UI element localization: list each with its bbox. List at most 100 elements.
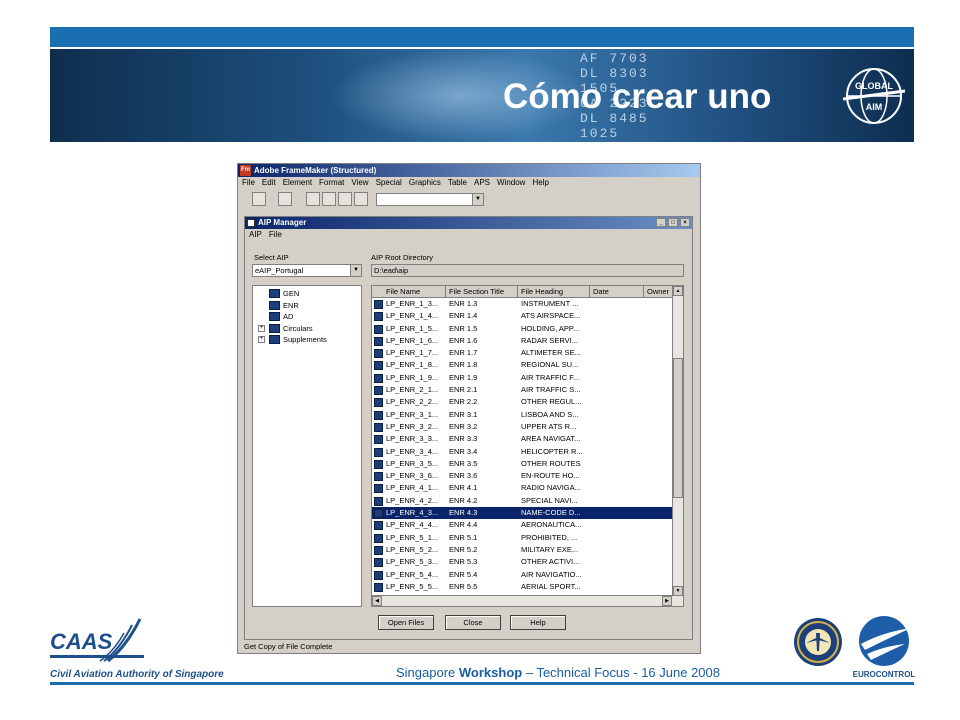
table-row[interactable]: LP_ENR_1_7... ENR 1.7 ALTIMETER SE...	[372, 347, 683, 359]
table-row[interactable]: LP_ENR_5_4... ENR 5.4 AIR NAVIGATIO...	[372, 569, 683, 581]
table-cell: ENR 3.1	[446, 409, 518, 421]
toolbar-button-3[interactable]	[306, 192, 320, 206]
scroll-left-icon[interactable]: ◀	[372, 596, 382, 606]
app-menu-item[interactable]: File	[242, 178, 255, 187]
column-header[interactable]: File Heading	[518, 286, 590, 297]
table-row[interactable]: LP_ENR_3_1... ENR 3.1 LISBOA AND S...	[372, 409, 683, 421]
flight-board-line: AF 7703	[580, 51, 649, 66]
table-cell: LP_ENR_1_8...	[372, 359, 446, 371]
tree-node[interactable]: AD	[255, 311, 361, 323]
global-aim-text-2: AIM	[866, 102, 883, 112]
cell-text: AIR TRAFFIC S...	[521, 385, 581, 395]
table-cell: LISBOA AND S...	[518, 409, 590, 421]
table-row[interactable]: LP_ENR_2_2... ENR 2.2 OTHER REGUL...	[372, 396, 683, 408]
toolbar-dropdown[interactable]: ▼	[376, 193, 484, 206]
cell-text: LP_ENR_5_5...	[386, 581, 439, 591]
table-row[interactable]: LP_ENR_5_5... ENR 5.5 AERIAL SPORT...	[372, 581, 683, 593]
app-menu-item[interactable]: Edit	[262, 178, 276, 187]
minimize-icon[interactable]: _	[656, 218, 666, 227]
table-row[interactable]: LP_ENR_3_6... ENR 3.6 EN-ROUTE HO...	[372, 470, 683, 482]
table-cell: ENR 4.3	[446, 507, 518, 519]
table-row[interactable]: LP_ENR_1_3... ENR 1.3 INSTRUMENT ...	[372, 298, 683, 310]
cell-text: LP_ENR_4_1...	[386, 483, 439, 493]
scroll-up-icon[interactable]: ▲	[673, 286, 683, 296]
toolbar-button-2[interactable]	[278, 192, 292, 206]
table-row[interactable]: LP_ENR_1_6... ENR 1.6 RADAR SERVI...	[372, 335, 683, 347]
table-cell: ENR 1.4	[446, 310, 518, 322]
open-files-button[interactable]: Open Files	[378, 615, 434, 630]
cell-text: LP_ENR_2_1...	[386, 385, 439, 395]
table-row[interactable]: LP_ENR_4_1... ENR 4.1 RADIO NAVIGA...	[372, 482, 683, 494]
document-icon	[374, 509, 383, 519]
table-cell: OTHER REGUL...	[518, 396, 590, 408]
footer-accent-line	[50, 682, 914, 685]
select-aip-dropdown[interactable]: eAIP_Portugal ▼	[252, 264, 362, 277]
table-row[interactable]: LP_ENR_1_8... ENR 1.8 REGIONAL SU...	[372, 359, 683, 371]
table-cell: INSTRUMENT ...	[518, 298, 590, 310]
cell-text: EN-ROUTE HO...	[521, 471, 580, 481]
cell-text: LP_ENR_5_2...	[386, 544, 439, 554]
vertical-scrollbar[interactable]: ▲ ▼	[672, 286, 683, 596]
close-icon[interactable]: ×	[680, 218, 690, 227]
app-menu-item[interactable]: Help	[532, 178, 548, 187]
table-row[interactable]: LP_ENR_4_4... ENR 4.4 AERONAUTICA...	[372, 519, 683, 531]
app-menu-item[interactable]: Window	[497, 178, 525, 187]
aip-manager-window: AIP Manager _ □ × AIP File Select AIP eAI…	[244, 216, 693, 640]
column-header[interactable]: Date	[590, 286, 644, 297]
cell-text: ENR 4.2	[449, 495, 478, 505]
close-button[interactable]: Close	[445, 615, 501, 630]
aip-menu-item[interactable]: AIP	[249, 230, 262, 239]
table-row[interactable]: LP_ENR_3_4... ENR 3.4 HELICOPTER R...	[372, 446, 683, 458]
cell-text: ENR 5.2	[449, 544, 478, 554]
help-button[interactable]: Help	[510, 615, 566, 630]
app-menu-item[interactable]: Format	[319, 178, 344, 187]
table-cell: ENR 3.5	[446, 458, 518, 470]
table-row[interactable]: LP_ENR_5_3... ENR 5.3 OTHER ACTIVI...	[372, 556, 683, 568]
table-cell: ENR 1.9	[446, 372, 518, 384]
expand-icon[interactable]: +	[258, 336, 265, 343]
column-header[interactable]: File Name	[372, 286, 446, 297]
scroll-right-icon[interactable]: ▶	[662, 596, 672, 606]
aip-menu-item[interactable]: File	[269, 230, 282, 239]
table-row[interactable]: LP_ENR_3_3... ENR 3.3 AREA NAVIGAT...	[372, 433, 683, 445]
tree-node[interactable]: + Supplements	[255, 334, 361, 346]
table-row[interactable]: LP_ENR_2_1... ENR 2.1 AIR TRAFFIC S...	[372, 384, 683, 396]
tree-node[interactable]: ENR	[255, 300, 361, 312]
table-row[interactable]: LP_ENR_5_1... ENR 5.1 PROHIBITED, ...	[372, 532, 683, 544]
table-row[interactable]: LP_ENR_4_3... ENR 4.3 NAME-CODE D...	[372, 507, 683, 520]
app-menu-item[interactable]: Element	[283, 178, 312, 187]
toolbar-button-1[interactable]	[252, 192, 266, 206]
table-row[interactable]: LP_ENR_1_9... ENR 1.9 AIR TRAFFIC F...	[372, 372, 683, 384]
table-cell: AERONAUTICA...	[518, 519, 590, 531]
tree-node-label: ENR	[283, 300, 299, 310]
table-row[interactable]: LP_ENR_1_4... ENR 1.4 ATS AIRSPACE...	[372, 310, 683, 322]
horizontal-scrollbar[interactable]: ◀ ▶	[372, 595, 683, 606]
cell-text: ENR 5.5	[449, 581, 478, 591]
column-header[interactable]: File Section Title	[446, 286, 518, 297]
maximize-icon[interactable]: □	[668, 218, 678, 227]
toolbar-button-4[interactable]	[322, 192, 336, 206]
app-menu-item[interactable]: Special	[376, 178, 402, 187]
table-row[interactable]: LP_ENR_3_5... ENR 3.5 OTHER ROUTES	[372, 458, 683, 470]
app-menu-item[interactable]: Table	[448, 178, 467, 187]
app-menu-item[interactable]: Graphics	[409, 178, 441, 187]
cell-text: LP_ENR_5_4...	[386, 569, 439, 579]
table-row[interactable]: LP_ENR_3_2... ENR 3.2 UPPER ATS R...	[372, 421, 683, 433]
expand-icon[interactable]: +	[258, 324, 265, 332]
document-icon	[374, 324, 383, 334]
toolbar-button-5[interactable]	[338, 192, 352, 206]
tree-node[interactable]: + Circulars	[255, 323, 361, 335]
table-row[interactable]: LP_ENR_5_2... ENR 5.2 MILITARY EXE...	[372, 544, 683, 556]
cell-text: LP_ENR_1_8...	[386, 360, 439, 370]
app-title: Adobe FrameMaker (Structured)	[254, 166, 377, 175]
cell-text: ENR 4.1	[449, 483, 478, 493]
scroll-thumb[interactable]	[673, 358, 683, 498]
tree-node[interactable]: GEN	[255, 288, 361, 300]
app-menu-item[interactable]: APS	[474, 178, 490, 187]
table-row[interactable]: LP_ENR_4_2... ENR 4.2 SPECIAL NAVI...	[372, 495, 683, 507]
table-row[interactable]: LP_ENR_1_5... ENR 1.5 HOLDING, APP...	[372, 323, 683, 335]
root-dir-field[interactable]: D:\ead\aip	[371, 264, 684, 277]
toolbar-button-6[interactable]	[354, 192, 368, 206]
app-menu-item[interactable]: View	[351, 178, 368, 187]
table-cell: ENR 5.2	[446, 544, 518, 556]
